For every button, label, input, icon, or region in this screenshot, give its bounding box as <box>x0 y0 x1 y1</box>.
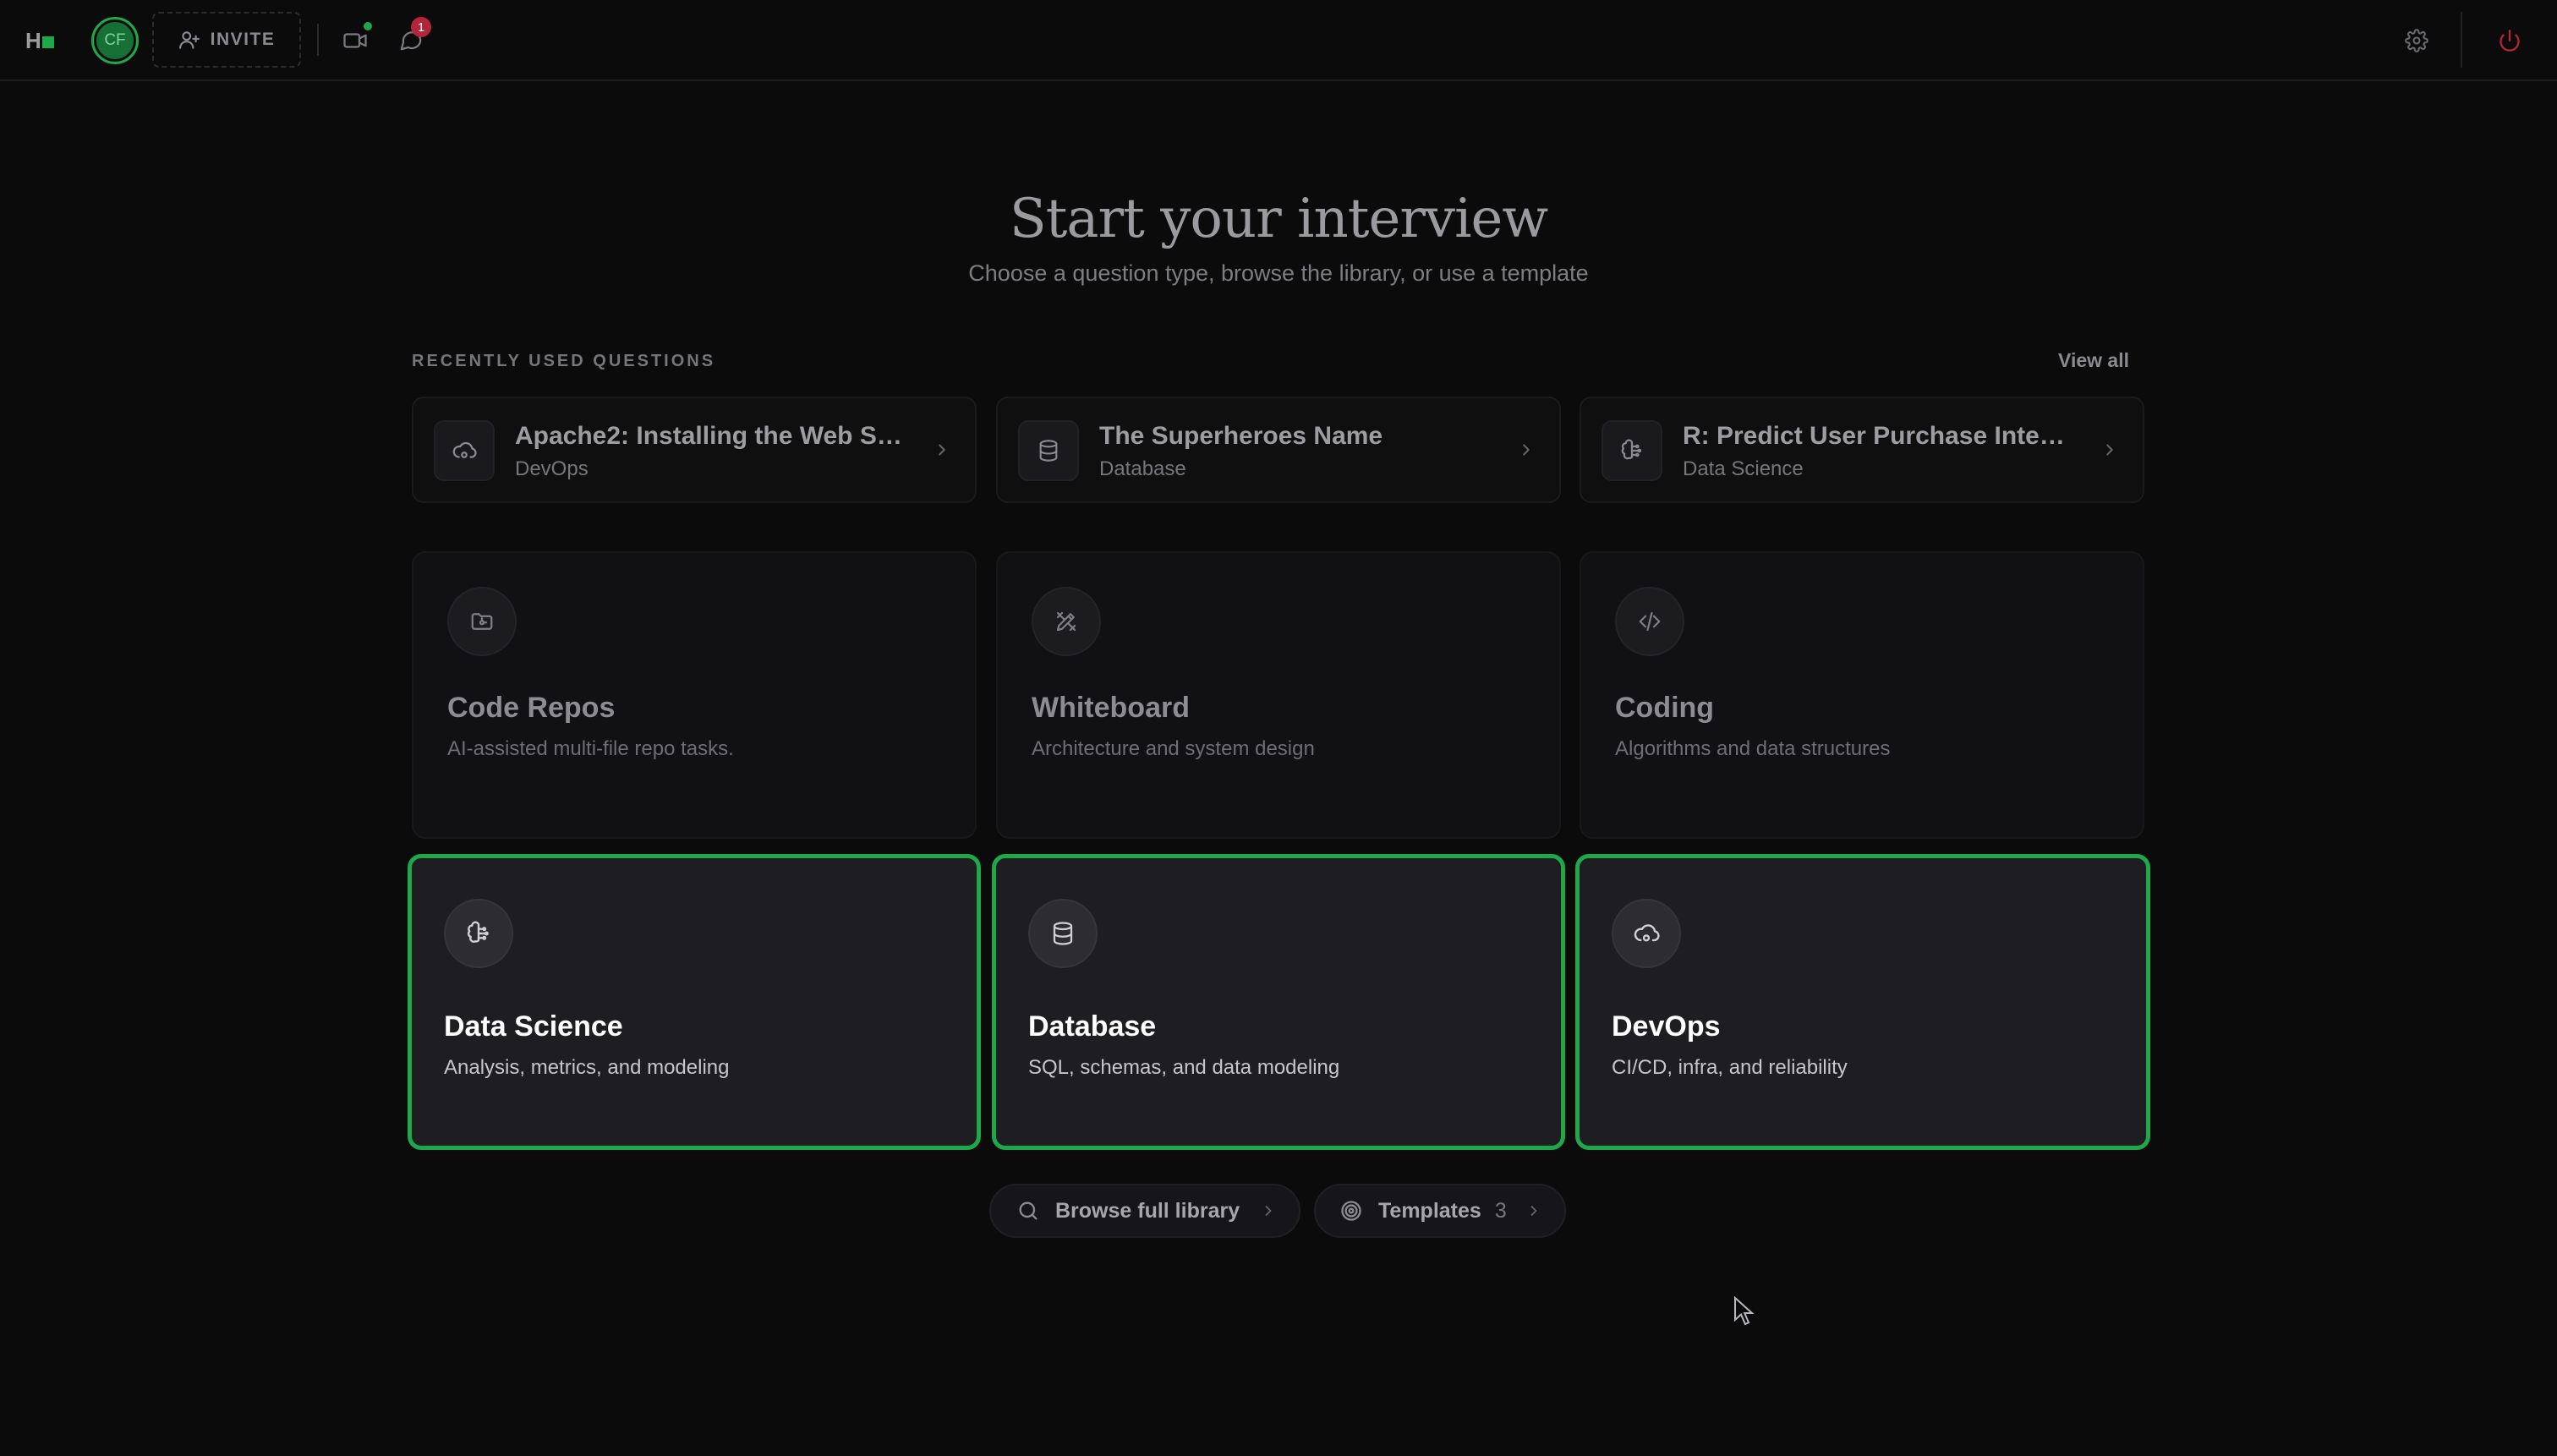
brain-icon <box>1621 439 1642 460</box>
notification-badge: 1 <box>411 17 431 37</box>
recent-icon-box <box>1602 420 1662 481</box>
type-icon-circle <box>1612 899 1681 968</box>
cloud-cog-icon <box>1634 924 1660 942</box>
chevron-right-icon <box>939 444 945 456</box>
recent-question-type: DevOps <box>515 457 589 480</box>
drafting-pencil-icon <box>1056 611 1076 632</box>
type-description: Analysis, metrics, and modeling <box>444 1056 730 1079</box>
type-title: DevOps <box>1612 1010 1721 1043</box>
settings-button[interactable] <box>2401 25 2432 56</box>
type-description: CI/CD, infra, and reliability <box>1612 1056 1848 1079</box>
recent-question-title: Apache2: Installing the Web Ser... <box>515 422 912 450</box>
messages-button[interactable]: 1 <box>394 17 431 56</box>
database-icon <box>1039 440 1058 462</box>
type-card-coding[interactable]: Coding Algorithms and data structures <box>1580 551 2144 839</box>
templates-count: 3 <box>1494 1198 1507 1223</box>
chevron-right-icon <box>1523 444 1530 456</box>
app-logo[interactable]: H <box>25 28 54 54</box>
view-all-link[interactable]: View all <box>2055 349 2129 372</box>
avatar[interactable]: CF <box>91 17 139 64</box>
logo-square-icon <box>41 36 54 48</box>
toolbar-divider-right <box>2461 12 2462 68</box>
type-description: SQL, schemas, and data modeling <box>1028 1056 1340 1079</box>
templates-button[interactable]: Templates 3 <box>1314 1184 1566 1238</box>
type-card-code-repos[interactable]: Code Repos AI-assisted multi-file repo t… <box>412 551 977 839</box>
recent-icon-box <box>1018 420 1079 481</box>
type-card-data-science[interactable]: Data Science Analysis, metrics, and mode… <box>408 854 981 1150</box>
recent-question-card[interactable]: The Superheroes Name Database <box>996 397 1561 503</box>
cloud-cog-icon <box>452 441 477 458</box>
recent-question-type: Data Science <box>1683 457 1804 480</box>
type-title: Code Repos <box>447 692 616 724</box>
brain-icon <box>467 921 489 943</box>
type-icon-circle <box>1028 899 1098 968</box>
type-card-devops[interactable]: DevOps CI/CD, infra, and reliability <box>1575 854 2150 1150</box>
recent-question-title: The Superheroes Name <box>1099 422 1383 450</box>
code-icon <box>1639 611 1661 632</box>
type-icon-circle <box>444 899 513 968</box>
invite-label: INVITE <box>210 30 276 49</box>
recent-section-label: RECENTLY USED QUESTIONS <box>412 352 716 370</box>
recent-icon-box <box>434 420 495 481</box>
page-title: Start your interview <box>1009 188 1548 250</box>
video-online-indicator <box>364 22 372 30</box>
logo-text: H <box>25 28 41 53</box>
target-icon <box>1341 1201 1361 1221</box>
type-description: AI-assisted multi-file repo tasks. <box>447 737 734 760</box>
invite-button[interactable]: INVITE <box>152 12 301 68</box>
database-icon <box>1053 922 1073 945</box>
type-icon-circle <box>447 587 517 656</box>
chevron-right-icon <box>1530 1206 1537 1216</box>
type-description: Algorithms and data structures <box>1615 737 1891 760</box>
recent-question-type: Database <box>1099 457 1186 480</box>
avatar-initials: CF <box>104 31 126 49</box>
toolbar-divider <box>317 24 319 56</box>
browse-library-button[interactable]: Browse full library <box>989 1184 1300 1238</box>
page-subtitle: Choose a question type, browse the libra… <box>968 260 1589 286</box>
power-icon <box>2500 30 2520 52</box>
folder-git-icon <box>471 613 493 630</box>
type-title: Whiteboard <box>1032 692 1190 724</box>
type-card-whiteboard[interactable]: Whiteboard Architecture and system desig… <box>996 551 1561 839</box>
mouse-cursor-icon <box>1734 1296 1755 1326</box>
video-button[interactable] <box>338 22 372 56</box>
type-card-database[interactable]: Database SQL, schemas, and data modeling <box>992 854 1565 1150</box>
search-icon <box>1019 1201 1038 1220</box>
type-title: Database <box>1028 1010 1157 1043</box>
recent-question-card[interactable]: Apache2: Installing the Web Ser... DevOp… <box>412 397 977 503</box>
type-icon-circle <box>1032 587 1101 656</box>
recent-question-card[interactable]: R: Predict User Purchase Intenti... Data… <box>1580 397 2144 503</box>
video-camera-icon <box>343 33 367 48</box>
type-title: Data Science <box>444 1010 623 1043</box>
recent-question-title: R: Predict User Purchase Intenti... <box>1683 422 2080 450</box>
templates-label: Templates <box>1378 1198 1481 1223</box>
end-session-button[interactable] <box>2494 25 2525 56</box>
top-bar: H CF INVITE 1 <box>0 0 2557 81</box>
type-icon-circle <box>1615 587 1684 656</box>
browse-library-label: Browse full library <box>1055 1198 1240 1223</box>
type-description: Architecture and system design <box>1032 737 1315 760</box>
chevron-right-icon <box>2106 444 2113 456</box>
user-plus-icon <box>178 31 200 49</box>
gear-icon <box>2405 29 2428 52</box>
type-title: Coding <box>1615 692 1715 724</box>
chevron-right-icon <box>1265 1206 1272 1216</box>
